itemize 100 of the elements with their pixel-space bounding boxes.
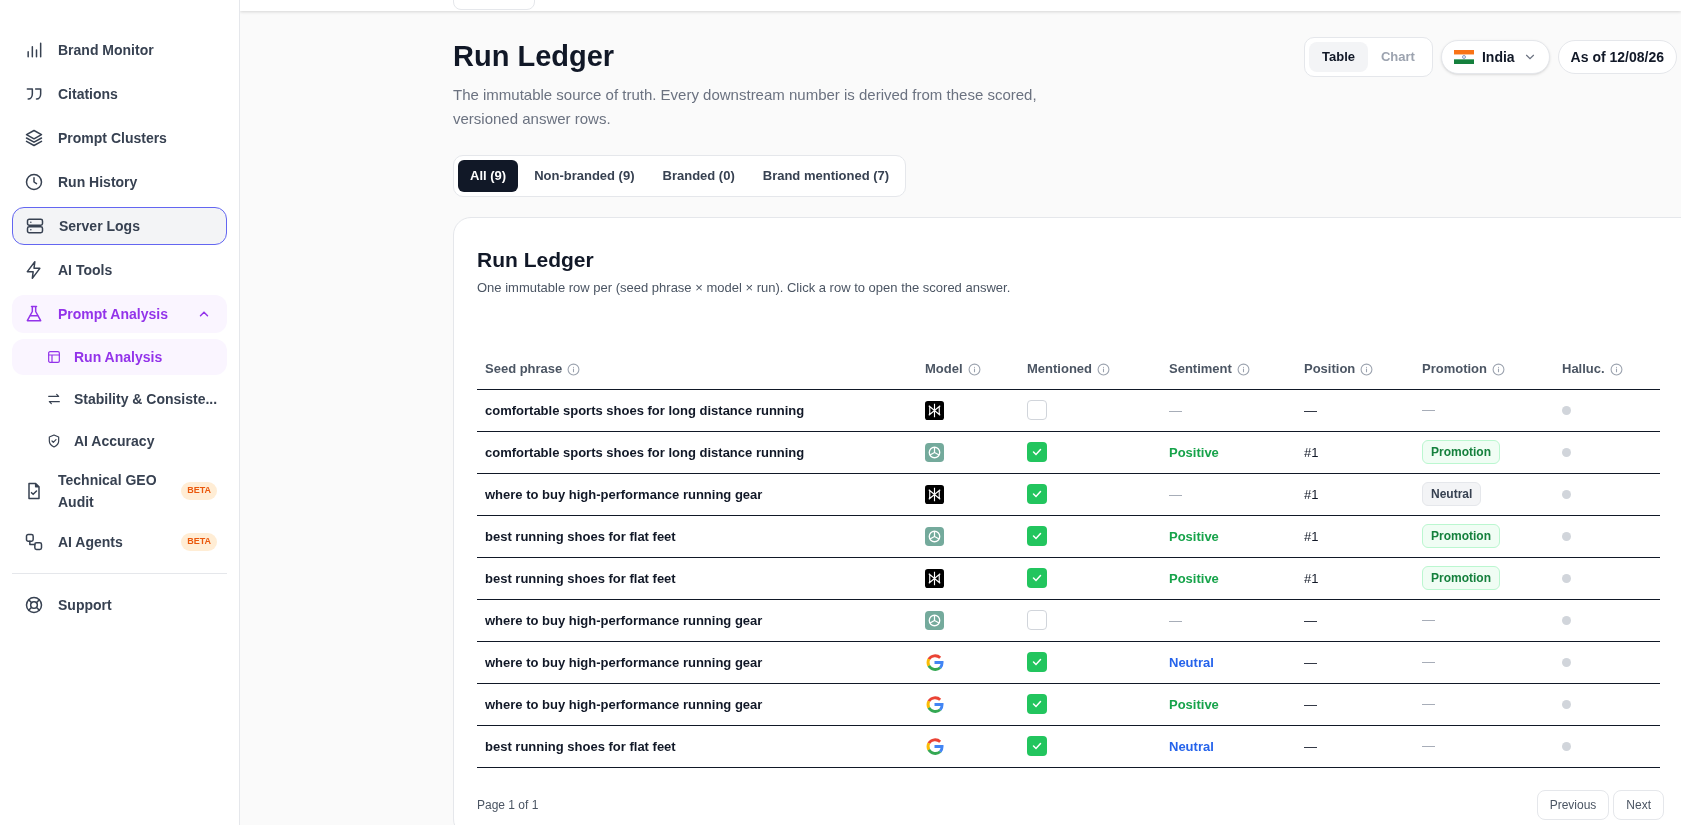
card-subtitle: One immutable row per (seed phrase × model × run). Click a row to open the scored answer. bbox=[477, 279, 1012, 297]
seed-phrase: where to buy high-performance running gear bbox=[485, 697, 763, 712]
sentiment-value: — bbox=[1169, 487, 1182, 502]
lightning-icon bbox=[24, 260, 44, 280]
table-row[interactable]: comfortable sports shoes for long distance running — — — bbox=[477, 389, 1660, 432]
nav-subitem[interactable]: Run Analysis bbox=[12, 339, 227, 375]
beta-badge: BETA bbox=[181, 482, 217, 500]
logo-icon bbox=[925, 526, 944, 546]
table-row[interactable]: where to buy high-performance running gear — — — bbox=[477, 599, 1660, 642]
clock-icon bbox=[24, 172, 44, 192]
sentiment-value: — bbox=[1169, 403, 1182, 418]
nav-subitem[interactable]: Stability & Consiste... bbox=[12, 381, 227, 417]
position-value: — bbox=[1304, 655, 1317, 670]
nav-item[interactable]: Citations bbox=[12, 75, 227, 113]
page-indicator: Page 1 of 1 bbox=[477, 796, 539, 814]
pagination-button[interactable]: Previous bbox=[1536, 789, 1610, 820]
beta-badge: BETA bbox=[181, 533, 217, 551]
table-icon bbox=[46, 349, 62, 365]
info-icon bbox=[1492, 362, 1505, 376]
empty-value: — bbox=[1422, 737, 1435, 756]
sentiment-value: Neutral bbox=[1169, 655, 1214, 670]
view-tab[interactable]: Table bbox=[1309, 42, 1368, 72]
page-description: The immutable source of truth. Every downstream number is derived from these scored, versioned answer rows. bbox=[453, 85, 1038, 129]
nav-item[interactable]: AI Agents BETA bbox=[12, 523, 227, 561]
table-row[interactable]: best running shoes for flat feet Neutral — — bbox=[477, 725, 1660, 768]
nav-item[interactable]: Technical GEO Audit BETA bbox=[12, 465, 227, 517]
column-header: Model bbox=[925, 360, 963, 379]
sentiment-value: — bbox=[1169, 613, 1182, 628]
seed-phrase: comfortable sports shoes for long distance running bbox=[485, 403, 805, 418]
logo-icon bbox=[925, 400, 944, 420]
empty-value: — bbox=[1422, 695, 1435, 714]
seed-phrase: best running shoes for flat feet bbox=[485, 739, 676, 754]
sentiment-value: Positive bbox=[1169, 445, 1219, 460]
column-header: Halluc. bbox=[1562, 360, 1605, 379]
sentiment-value: Positive bbox=[1169, 571, 1219, 586]
table-row[interactable]: where to buy high-performance running gear Neutral — — bbox=[477, 641, 1660, 684]
bar-chart-icon bbox=[24, 40, 44, 60]
server-icon bbox=[25, 216, 45, 236]
empty-value: — bbox=[1422, 653, 1435, 672]
table-row[interactable]: best running shoes for flat feet Positive #1 Promotion bbox=[477, 515, 1660, 558]
column-header: Seed phrase bbox=[485, 360, 563, 379]
seed-phrase: where to buy high-performance running gear bbox=[485, 655, 763, 670]
filter-tab[interactable]: All (9) bbox=[458, 160, 519, 192]
promotion-badge: Promotion bbox=[1422, 524, 1500, 548]
seed-phrase: best running shoes for flat feet bbox=[485, 529, 676, 544]
filter-tab[interactable]: Brand mentioned (7) bbox=[750, 160, 902, 192]
nav-subitem[interactable]: AI Accuracy bbox=[12, 423, 227, 459]
position-value: — bbox=[1304, 739, 1317, 754]
logo-icon bbox=[925, 484, 944, 504]
logo-icon bbox=[925, 568, 944, 588]
position-value: — bbox=[1304, 613, 1317, 628]
info-icon bbox=[567, 362, 581, 376]
g-logo-icon bbox=[925, 694, 944, 714]
seed-phrase: best running shoes for flat feet bbox=[485, 571, 676, 586]
column-header: Position bbox=[1304, 360, 1356, 379]
empty-value: — bbox=[1422, 401, 1435, 420]
empty-value: — bbox=[1422, 611, 1435, 630]
position-value: #1 bbox=[1304, 529, 1319, 544]
logo-icon bbox=[925, 610, 944, 630]
nav-item[interactable]: Server Logs bbox=[12, 207, 227, 245]
table-row[interactable]: where to buy high-performance running gear — #1 Neutral bbox=[477, 473, 1660, 516]
sentiment-value: Positive bbox=[1169, 529, 1219, 544]
date-button[interactable]: As of 12/08/26 bbox=[1557, 40, 1677, 74]
country-select[interactable]: India bbox=[1440, 40, 1550, 74]
pagination-button[interactable]: Next bbox=[1613, 789, 1664, 820]
promotion-badge: Promotion bbox=[1422, 566, 1500, 590]
table-row[interactable]: comfortable sports shoes for long distance running Positive #1 Promotion bbox=[477, 431, 1660, 474]
table-row[interactable]: where to buy high-performance running gear Positive — — bbox=[477, 683, 1660, 726]
nav-item[interactable]: Support bbox=[12, 586, 227, 624]
nav-item[interactable]: AI Tools bbox=[12, 251, 227, 289]
seed-phrase: comfortable sports shoes for long distance running bbox=[485, 445, 805, 460]
column-header: Sentiment bbox=[1169, 360, 1232, 379]
position-value: #1 bbox=[1304, 487, 1319, 502]
filter-tab[interactable]: Non-branded (9) bbox=[522, 160, 647, 192]
layers-icon bbox=[24, 128, 44, 148]
promotion-badge: Promotion bbox=[1422, 440, 1500, 464]
table-row[interactable]: best running shoes for flat feet Positive #1 Promotion bbox=[477, 557, 1660, 600]
g-logo-icon bbox=[925, 736, 944, 756]
info-icon bbox=[1097, 362, 1110, 376]
swap-arrows-icon bbox=[46, 391, 62, 407]
nav-item[interactable]: Prompt Clusters bbox=[12, 119, 227, 157]
sentiment-value: Neutral bbox=[1169, 739, 1214, 754]
nav-item[interactable]: Prompt Analysis bbox=[12, 295, 227, 333]
flask-icon bbox=[24, 304, 44, 324]
nav-item[interactable]: Run History bbox=[12, 163, 227, 201]
neutral-badge: Neutral bbox=[1422, 482, 1482, 506]
page-title: Run Ledger bbox=[453, 39, 616, 74]
nodes-icon bbox=[24, 532, 44, 552]
info-icon bbox=[1360, 362, 1374, 376]
position-value: — bbox=[1304, 697, 1317, 712]
g-logo-icon bbox=[925, 652, 944, 672]
position-value: #1 bbox=[1304, 571, 1319, 586]
seed-phrase: where to buy high-performance running gear bbox=[485, 613, 763, 628]
nav-item[interactable]: Brand Monitor bbox=[12, 31, 227, 69]
logo-icon bbox=[925, 442, 944, 462]
filter-tab[interactable]: Branded (0) bbox=[650, 160, 747, 192]
flag-icon bbox=[1453, 50, 1474, 64]
position-value: — bbox=[1304, 403, 1317, 418]
shield-check-icon bbox=[46, 433, 62, 449]
seed-phrase: where to buy high-performance running gear bbox=[485, 487, 763, 502]
